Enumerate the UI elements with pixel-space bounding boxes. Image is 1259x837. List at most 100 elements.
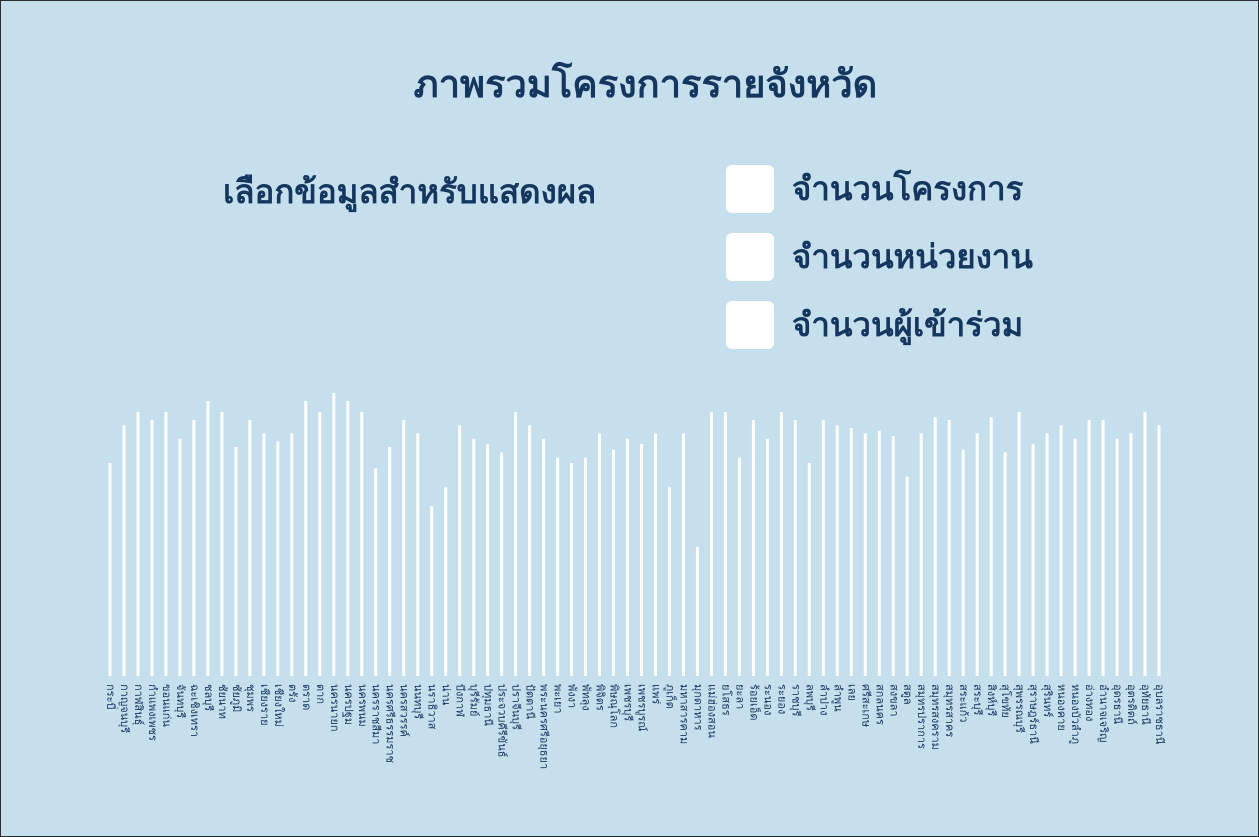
bar-18[interactable]: [360, 411, 364, 676]
x-tick-label: เชียงใหม่: [272, 684, 285, 727]
bar-21[interactable]: [402, 419, 406, 676]
bar-67[interactable]: [1045, 433, 1049, 676]
bar-34[interactable]: [584, 457, 587, 676]
bar-4[interactable]: [164, 411, 168, 676]
bar-33[interactable]: [570, 463, 574, 676]
bar-13[interactable]: [290, 433, 294, 676]
bar-16[interactable]: [332, 393, 336, 676]
bar-28[interactable]: [500, 452, 504, 676]
bar-66[interactable]: [1031, 444, 1035, 676]
bar-70[interactable]: [1087, 419, 1091, 676]
bar-7[interactable]: [206, 401, 210, 676]
bar-20[interactable]: [388, 446, 392, 676]
bar-51[interactable]: [821, 419, 825, 676]
bar-50[interactable]: [807, 463, 811, 676]
bar-1[interactable]: [122, 425, 126, 676]
bar-56[interactable]: [891, 436, 895, 676]
x-tick-label: ตราด: [300, 684, 313, 710]
bar-12[interactable]: [276, 441, 280, 677]
bar-43[interactable]: [709, 411, 713, 676]
bar-64[interactable]: [1003, 452, 1007, 676]
bar-0[interactable]: [108, 463, 112, 676]
bar-8[interactable]: [220, 411, 224, 676]
bar-3[interactable]: [150, 419, 154, 676]
bar-59[interactable]: [933, 417, 937, 676]
bar-44[interactable]: [723, 411, 727, 676]
x-tick-label: บึงกาฬ: [454, 684, 467, 717]
x-tick-label: จันทบุรี: [174, 684, 187, 718]
bar-31[interactable]: [542, 438, 546, 676]
bar-41[interactable]: [682, 433, 685, 676]
x-tick-label: พิจิตร: [594, 684, 607, 711]
bar-17[interactable]: [346, 401, 350, 676]
x-tick-label: พัทลุง: [580, 684, 593, 711]
bar-57[interactable]: [905, 476, 909, 677]
bar-11[interactable]: [262, 433, 266, 676]
bar-37[interactable]: [626, 438, 629, 676]
x-tick-label: กระบี่: [104, 684, 119, 709]
bar-42[interactable]: [695, 546, 699, 676]
x-tick-label: พังงา: [566, 684, 579, 708]
x-tick-label: นราธิวาส: [426, 684, 439, 730]
bar-2[interactable]: [136, 411, 140, 676]
bar-15[interactable]: [318, 411, 322, 676]
bar-38[interactable]: [640, 444, 643, 676]
bar-5[interactable]: [178, 438, 182, 676]
bar-74[interactable]: [1143, 411, 1147, 676]
bar-69[interactable]: [1073, 438, 1077, 676]
x-tick-label: บุรีรัมย์: [468, 684, 481, 717]
bar-54[interactable]: [863, 433, 867, 676]
x-tick-label: ชุมพร: [244, 684, 257, 712]
x-tick-label: อ่างทอง: [1083, 684, 1096, 721]
x-tick-label: อำนาจเจริญ: [1097, 684, 1110, 742]
bar-63[interactable]: [989, 417, 993, 676]
bar-61[interactable]: [961, 449, 965, 676]
bar-55[interactable]: [877, 430, 881, 676]
bar-53[interactable]: [849, 428, 853, 676]
bar-46[interactable]: [751, 419, 755, 676]
bar-29[interactable]: [514, 411, 518, 676]
x-tick-label: นครพนม: [356, 684, 369, 727]
bar-25[interactable]: [458, 425, 462, 676]
bar-60[interactable]: [947, 419, 951, 676]
bar-36[interactable]: [612, 449, 615, 676]
bar-75[interactable]: [1157, 425, 1161, 676]
bar-35[interactable]: [598, 433, 601, 676]
bar-45[interactable]: [737, 457, 741, 676]
bar-72[interactable]: [1115, 438, 1119, 676]
x-tick-label: มหาสารคาม: [678, 684, 691, 744]
x-tick-label: อุดรธานี: [1111, 684, 1124, 725]
bar-22[interactable]: [416, 433, 420, 676]
bar-14[interactable]: [304, 401, 308, 676]
bar-73[interactable]: [1129, 433, 1133, 676]
province-bar-chart: กระบี่ กาญจนบุรี กาฬสินธุ์ กำแพงเพชร ขอนแก่น…: [104, 393, 1166, 769]
x-tick-label: แพร่: [650, 684, 663, 704]
bar-52[interactable]: [835, 425, 839, 676]
bar-32[interactable]: [556, 457, 560, 676]
bar-24[interactable]: [444, 487, 448, 676]
bar-9[interactable]: [234, 446, 238, 676]
bar-30[interactable]: [528, 425, 532, 676]
x-tick-label: สุพรรณบุรี: [1013, 684, 1026, 733]
bar-65[interactable]: [1017, 411, 1021, 676]
bar-23[interactable]: [430, 506, 434, 676]
bar-47[interactable]: [765, 438, 769, 676]
bar-58[interactable]: [919, 433, 923, 676]
x-tick-label: นนทบุรี: [412, 684, 425, 719]
bar-39[interactable]: [654, 433, 657, 676]
bar-26[interactable]: [472, 438, 476, 676]
bar-27[interactable]: [486, 444, 490, 676]
bar-6[interactable]: [192, 419, 196, 676]
x-tick-label: ชลบุรี: [202, 684, 215, 711]
bar-19[interactable]: [374, 468, 378, 676]
bar-62[interactable]: [975, 433, 979, 676]
bar-10[interactable]: [248, 419, 252, 676]
dashboard-panel: ภาพรวมโครงการรายจังหวัด เลือกข้อมูลสำหรั…: [0, 0, 1259, 837]
x-tick-label: ตาก: [314, 684, 327, 704]
x-tick-label: นครศรีธรรมราช: [384, 684, 397, 763]
bar-71[interactable]: [1101, 419, 1105, 676]
bar-40[interactable]: [668, 487, 671, 676]
bar-49[interactable]: [793, 419, 797, 676]
bar-48[interactable]: [779, 411, 783, 676]
bar-68[interactable]: [1059, 425, 1063, 676]
